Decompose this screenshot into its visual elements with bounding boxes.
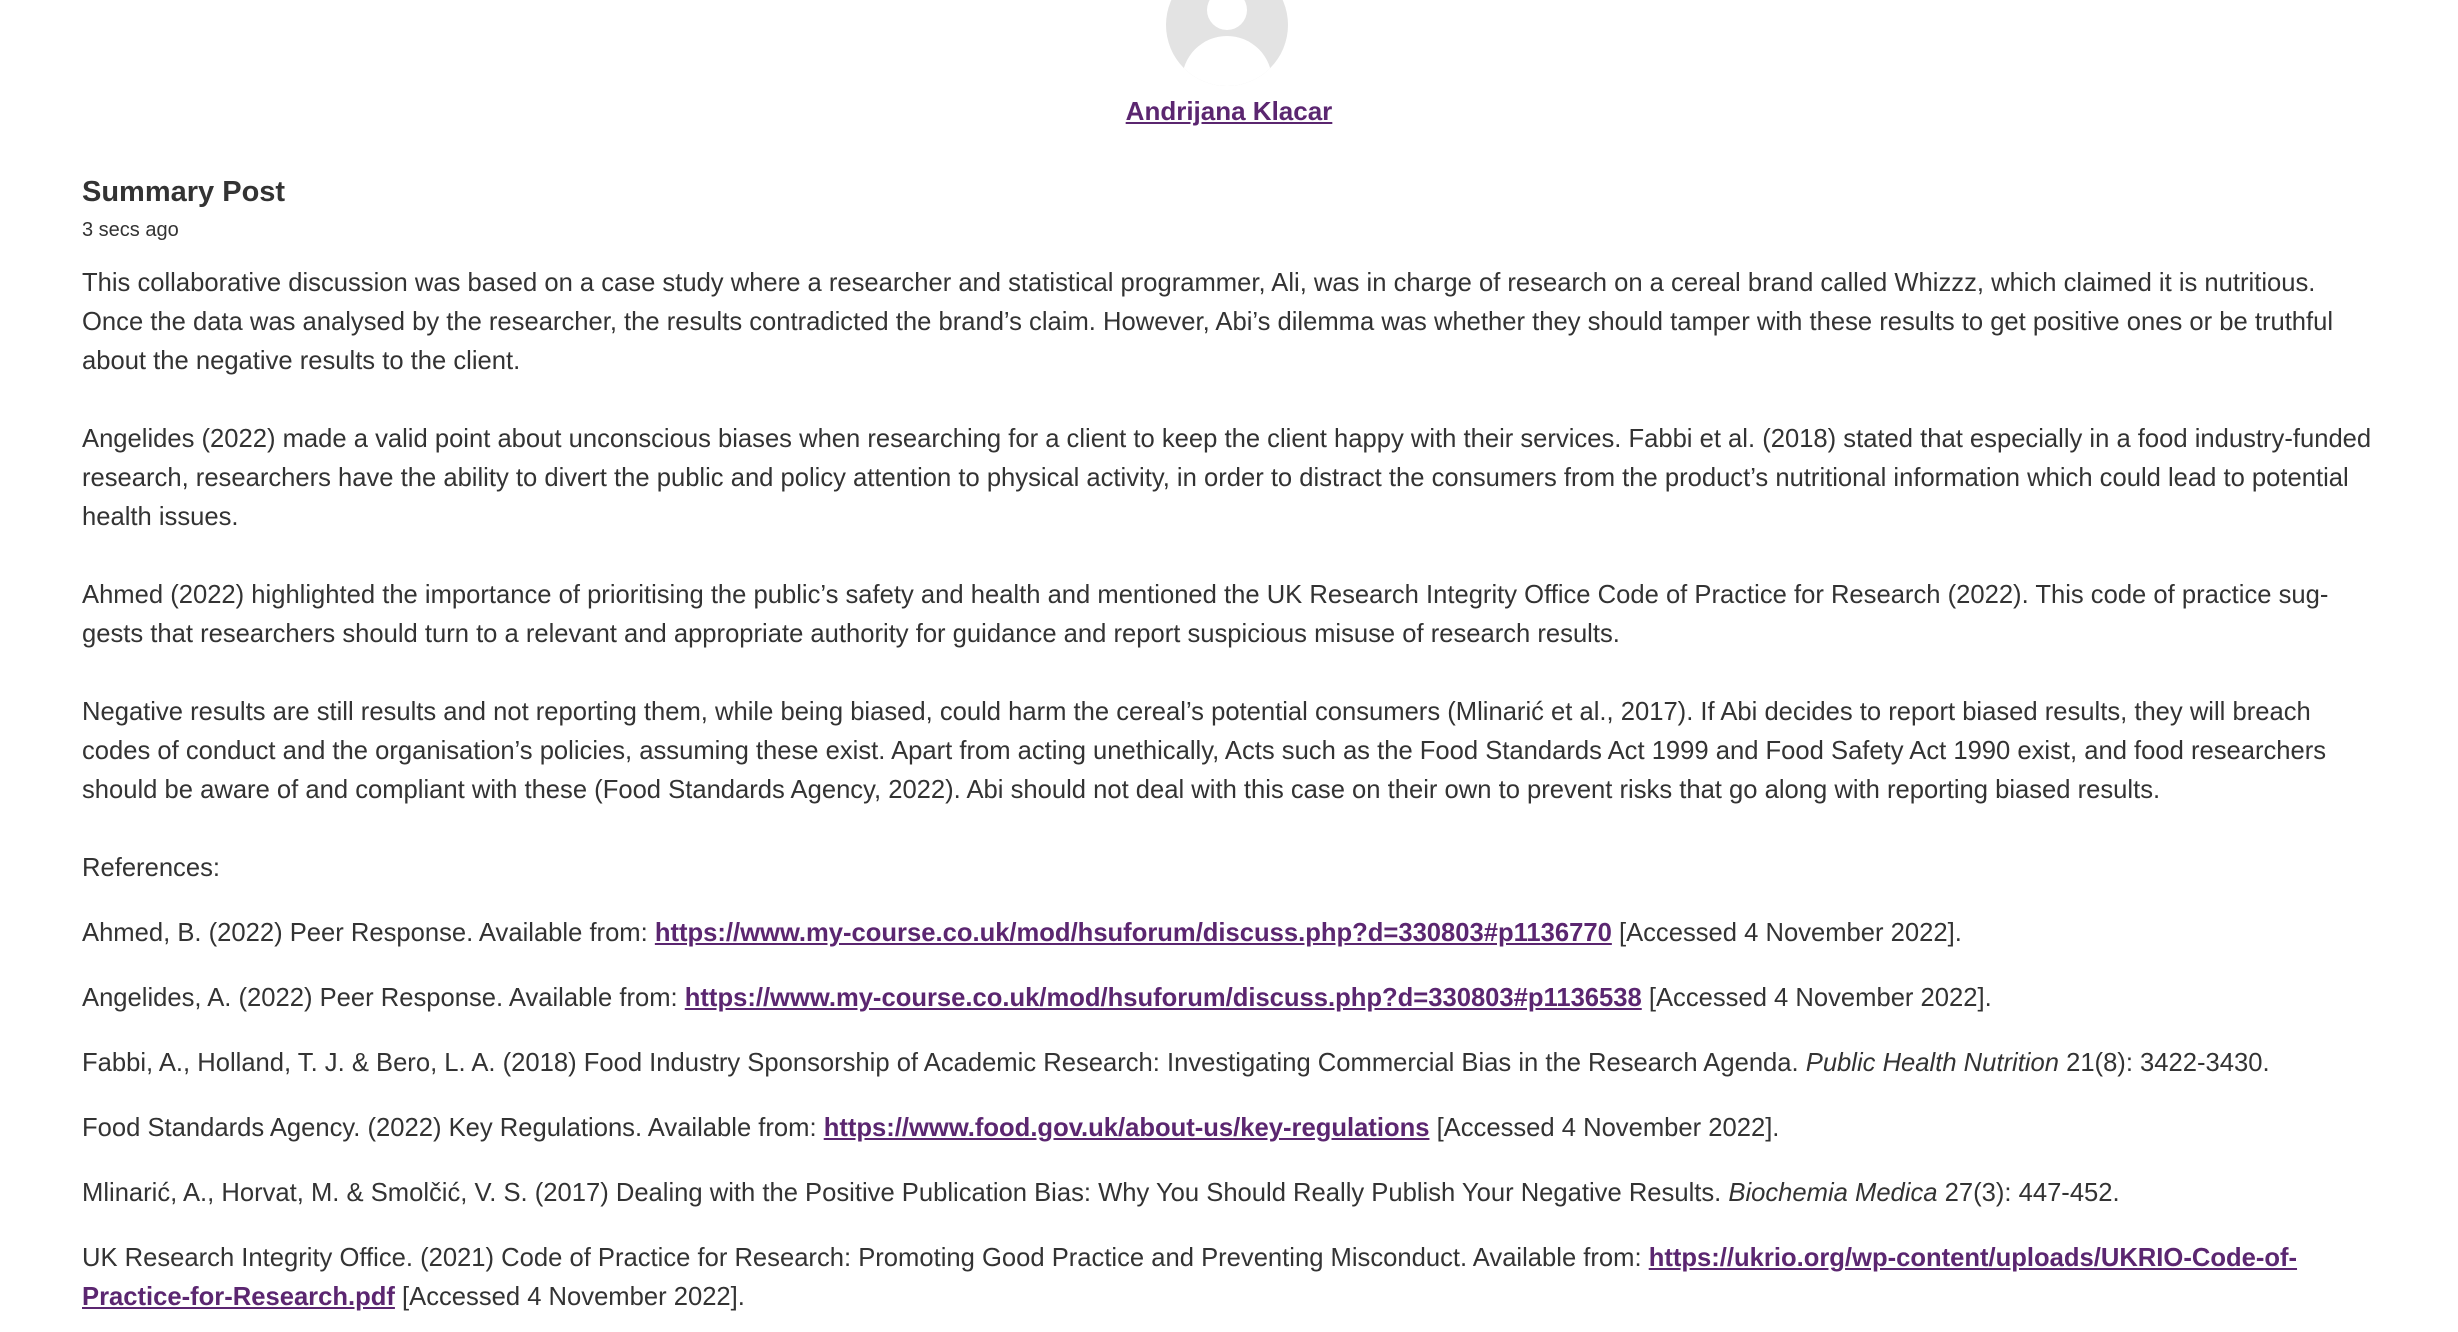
- reference-item: Ahmed, B. (2022) Peer Response. Availabl…: [82, 914, 2377, 953]
- reference-item: Mlinarić, A., Horvat, M. & Smolčić, V. S…: [82, 1174, 2377, 1213]
- reference-link[interactable]: https://www.my-course.co.uk/mod/hsuforum…: [655, 919, 1612, 947]
- reference-item: Angelides, A. (2022) Peer Response. Avai…: [82, 979, 2377, 1018]
- post-paragraph: Angelides (2022) made a valid point abou…: [82, 425, 2372, 531]
- reference-text: Angelides, A. (2022) Peer Response. Avai…: [82, 984, 685, 1012]
- reference-accessed: [Accessed 4 November 2022].: [1641, 984, 1992, 1012]
- post-paragraph: Ahmed (2022) highlighted the importance …: [82, 581, 2329, 648]
- reference-journal: Public Health Nutrition: [1805, 1049, 2059, 1077]
- avatar: [1166, 0, 1288, 86]
- references-heading: References:: [82, 854, 220, 882]
- reference-accessed: [Accessed 4 November 2022].: [1429, 1114, 1780, 1142]
- reference-accessed: [Accessed 4 November 2022].: [1611, 919, 1962, 947]
- reference-item: Food Standards Agency. (2022) Key Regula…: [82, 1109, 2377, 1148]
- post-content: Summary Post 3 secs ago This collaborati…: [82, 172, 2377, 1332]
- post-body: This collaborative discussion was based …: [82, 264, 2377, 1317]
- reference-text: Ahmed, B. (2022) Peer Response. Availabl…: [82, 919, 655, 947]
- reference-accessed: [Accessed 4 November 2022].: [394, 1283, 745, 1311]
- reference-volume: 21(8): 3422-3430.: [2058, 1049, 2270, 1077]
- reference-text: Mlinarić, A., Horvat, M. & Smolčić, V. S…: [82, 1179, 1729, 1207]
- avatar-head-shape: [1207, 0, 1247, 30]
- avatar-shoulders-shape: [1182, 36, 1272, 86]
- reference-text: Food Standards Agency. (2022) Key Regula…: [82, 1114, 824, 1142]
- post-paragraph: Negative results are still results and n…: [82, 698, 2327, 804]
- post-paragraph: This collaborative discussion was based …: [82, 269, 2334, 375]
- reference-text: Fabbi, A., Holland, T. J. & Bero, L. A. …: [82, 1049, 1806, 1077]
- reference-text: UK Research Integrity Office. (2021) Cod…: [82, 1244, 1649, 1272]
- reference-link[interactable]: https://www.my-course.co.uk/mod/hsuforum…: [685, 984, 1642, 1012]
- reference-item: UK Research Integrity Office. (2021) Cod…: [82, 1239, 2377, 1317]
- author-name: Andrijana Klacar: [0, 96, 2458, 127]
- post-timestamp: 3 secs ago: [82, 219, 179, 241]
- post-title: Summary Post: [82, 176, 286, 208]
- reference-volume: 27(3): 447-452.: [1937, 1179, 2120, 1207]
- reference-journal: Biochemia Medica: [1728, 1179, 1938, 1207]
- reference-item: Fabbi, A., Holland, T. J. & Bero, L. A. …: [82, 1044, 2377, 1083]
- reference-link[interactable]: https://www.food.gov.uk/about-us/key-reg…: [824, 1114, 1430, 1142]
- author-name-link[interactable]: Andrijana Klacar: [1126, 96, 1333, 126]
